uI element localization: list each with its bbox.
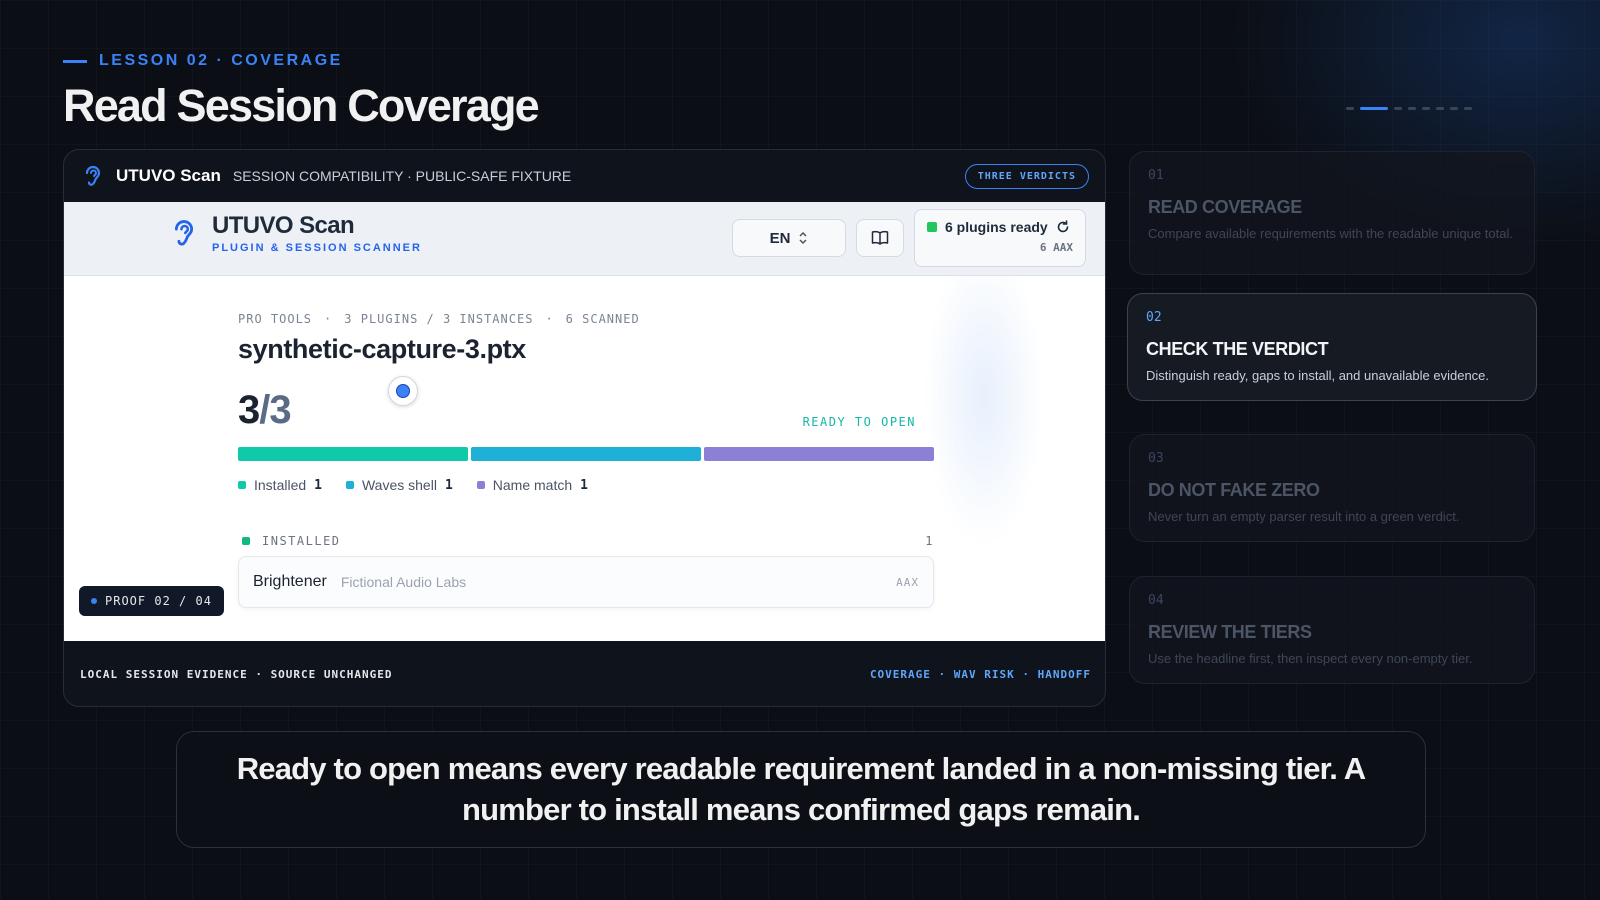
brand-subtitle: PLUGIN & SESSION SCANNER [212,242,422,254]
slide-dot[interactable] [1464,107,1472,110]
meta-scanned: 6 SCANNED [565,312,640,326]
aax-count: 6 AAX [1039,241,1073,254]
count-ready: 3 [238,388,260,432]
tier-label: INSTALLED [262,534,341,548]
session-filename: synthetic-capture-3.ptx [238,334,526,364]
language-value: EN [769,229,791,247]
step-desc: Distinguish ready, gaps to install, and … [1146,368,1490,383]
slide-dot[interactable] [1408,107,1416,110]
meta-daw: PRO TOOLS [238,312,313,326]
session-meta: PRO TOOLS · 3 PLUGINS / 3 INSTANCES · 6 SCAN… [238,312,640,326]
language-select[interactable]: EN [732,219,846,257]
plugins-ready-status[interactable]: 6 plugins ready 6 AAX [914,209,1086,267]
coverage-legend: Installed 1 Waves shell 1 Name match 1 [238,477,588,493]
window-footer: LOCAL SESSION EVIDENCE · SOURCE UNCHANGE… [64,641,1105,706]
legend-value: 1 [444,477,453,493]
tier-header-installed[interactable]: INSTALLED 1 [238,534,934,548]
tier-dot [242,537,250,545]
step-card-3[interactable]: 03 DO NOT FAKE ZERO Never turn an empty … [1129,434,1535,542]
refresh-icon[interactable] [1056,220,1070,234]
step-number: 02 [1146,310,1162,325]
lesson-eyebrow-text: LESSON 02 · COVERAGE [99,52,343,69]
chevron-updown-icon [799,231,807,245]
app-window: UTUVO Scan SESSION COMPATIBILITY · PUBLI… [63,149,1106,707]
step-title: CHECK THE VERDICT [1146,339,1329,359]
book-icon [871,230,889,245]
step-desc: Compare available requirements with the … [1148,226,1513,241]
ear-logo-icon [80,163,106,189]
window-titlebar: UTUVO Scan SESSION COMPATIBILITY · PUBLI… [64,150,1105,202]
count-total: /3 [259,388,291,432]
legend-label: Name match [492,477,573,493]
docs-button[interactable] [856,219,904,257]
step-desc: Never turn an empty parser result into a… [1148,509,1460,524]
step-card-2[interactable]: 02 CHECK THE VERDICT Distinguish ready, … [1127,293,1537,401]
app-screen: UTUVO Scan PLUGIN & SESSION SCANNER EN 6… [64,202,1105,641]
tier-count: 1 [925,534,934,548]
legend-swatch [345,481,354,489]
slide-dot[interactable] [1360,107,1388,110]
legend-item: Name match 1 [476,477,588,493]
slide-dot[interactable] [1394,107,1402,110]
coverage-count: 3/3 [238,388,292,433]
coverage-bar-segment [471,447,701,461]
meta-plugins: 3 PLUGINS / 3 INSTANCES [344,312,534,326]
legend-item: Waves shell 1 [345,477,453,493]
plugin-vendor: Fictional Audio Labs [340,574,467,590]
window-app-name: UTUVO Scan [116,166,221,185]
lesson-eyebrow: LESSON 02 · COVERAGE [63,52,343,70]
verdict-label: READY TO OPEN [802,415,916,429]
footer-left: LOCAL SESSION EVIDENCE · SOURCE UNCHANGE… [80,667,393,681]
legend-swatch [238,481,246,489]
slide-dot[interactable] [1346,107,1354,110]
proof-badge: PROOF 02 / 04 [79,586,224,616]
step-desc: Use the headline first, then inspect eve… [1148,651,1473,666]
page-title: Read Session Coverage [63,80,540,131]
brand-title: UTUVO Scan [212,212,355,239]
plugin-name: Brightener [253,573,327,590]
proof-dot [91,598,97,604]
slide-dot[interactable] [1436,107,1444,110]
step-title: DO NOT FAKE ZERO [1148,480,1320,500]
step-number: 03 [1148,451,1164,466]
three-verdicts-badge[interactable]: THREE VERDICTS [964,163,1089,189]
legend-value: 1 [580,477,588,493]
proof-text: PROOF 02 / 04 [105,594,212,608]
app-brand: UTUVO Scan PLUGIN & SESSION SCANNER [170,212,422,254]
coverage-bar [238,447,934,461]
slide-dot[interactable] [1450,107,1458,110]
coverage-bar-segment [704,447,934,461]
eyebrow-line [63,59,87,63]
step-card-4[interactable]: 04 REVIEW THE TIERS Use the headline fir… [1129,576,1535,684]
step-title: READ COVERAGE [1148,197,1302,217]
coverage-bar-segment [238,447,468,461]
legend-item: Installed 1 [238,477,322,493]
plugin-row[interactable]: Brightener Fictional Audio Labs AAX [238,556,934,608]
legend-swatch [476,481,485,489]
slide-progress[interactable] [1346,107,1472,110]
ready-dot [927,222,937,232]
step-card-1[interactable]: 01 READ COVERAGE Compare available requi… [1129,151,1535,275]
brand-ear-icon [174,220,194,246]
step-title: REVIEW THE TIERS [1148,622,1312,642]
legend-value: 1 [314,477,322,493]
plugins-ready-text: 6 plugins ready [945,219,1048,235]
footer-right[interactable]: COVERAGE · WAV RISK · HANDOFF [870,668,1091,681]
lesson-caption: Ready to open means every readable requi… [176,731,1426,848]
step-number: 04 [1148,593,1164,608]
slide-dot[interactable] [1422,107,1430,110]
legend-label: Installed [254,477,307,493]
app-header: UTUVO Scan PLUGIN & SESSION SCANNER EN 6… [64,202,1105,276]
legend-label: Waves shell [361,477,437,493]
step-number: 01 [1148,168,1164,183]
pointer-cursor-icon [388,376,418,406]
window-subtitle: SESSION COMPATIBILITY · PUBLIC-SAFE FIXT… [232,168,572,184]
plugin-format: AAX [896,575,919,589]
